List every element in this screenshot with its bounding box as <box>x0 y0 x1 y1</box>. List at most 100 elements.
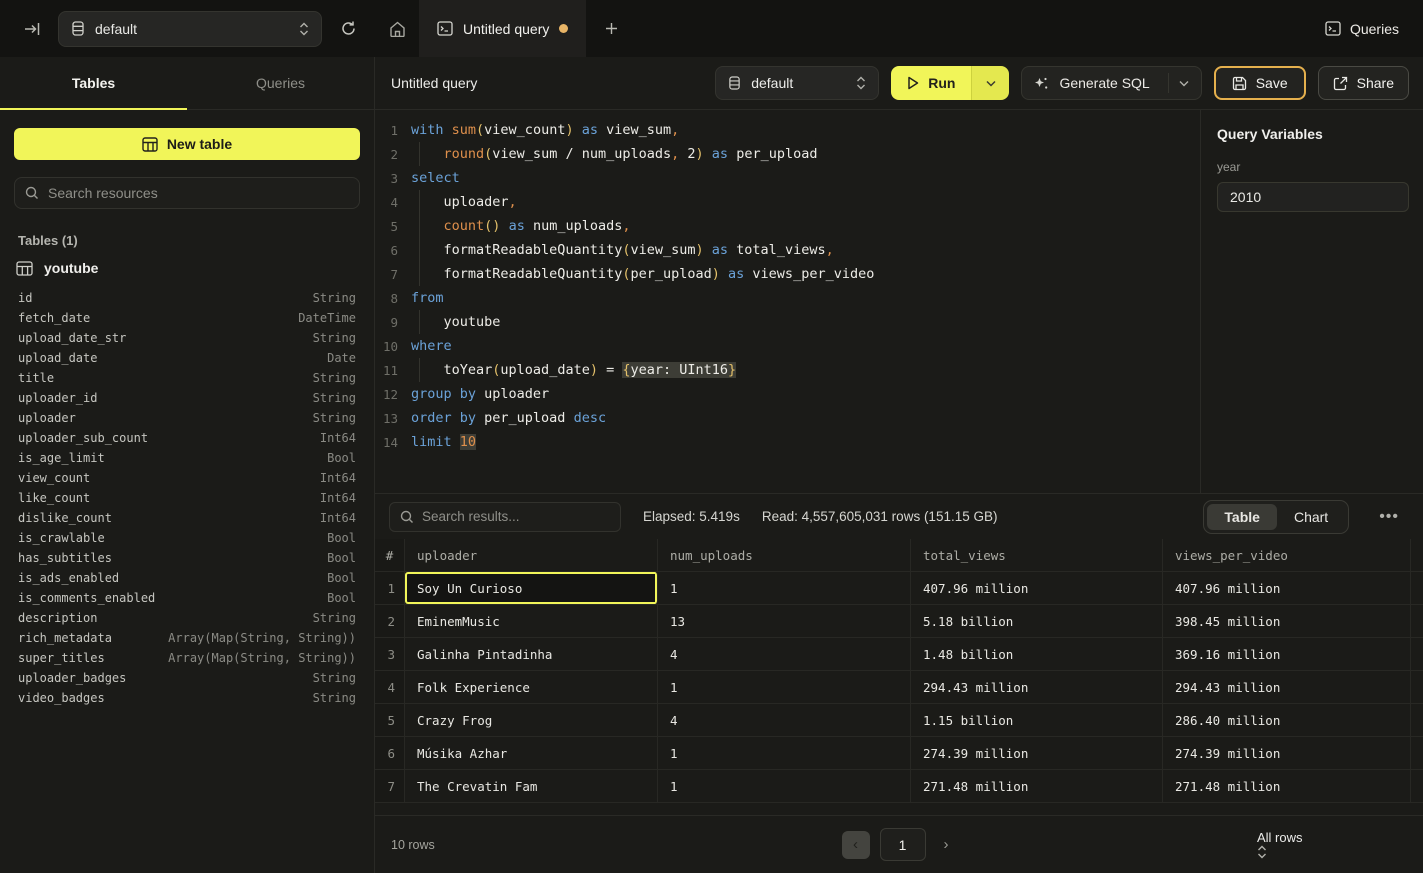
table-item-youtube[interactable]: youtube <box>16 260 356 276</box>
connection-select[interactable]: default <box>58 11 322 47</box>
run-options-button[interactable] <box>971 66 1009 100</box>
sidebar-tab-tables[interactable]: Tables <box>0 57 187 109</box>
row-number-cell[interactable]: 5 <box>375 704 405 736</box>
column-row[interactable]: uploaderString <box>18 408 356 428</box>
column-header[interactable]: uploader <box>405 539 658 571</box>
data-cell[interactable]: 407.96 million <box>911 572 1163 604</box>
column-row[interactable]: like_countInt64 <box>18 488 356 508</box>
run-button[interactable]: Run <box>891 66 971 100</box>
variable-input-year[interactable] <box>1217 182 1409 212</box>
data-cell[interactable]: 4 <box>658 638 911 670</box>
code-line[interactable]: 4 uploader, <box>375 190 1200 214</box>
collapse-sidebar-button[interactable] <box>20 18 44 40</box>
view-toggle-chart[interactable]: Chart <box>1277 504 1345 530</box>
column-row[interactable]: idString <box>18 288 356 308</box>
data-cell[interactable]: 1 <box>658 572 911 604</box>
data-cell[interactable]: 13 <box>658 605 911 637</box>
data-cell[interactable]: Galinha Pintadinha <box>405 638 658 670</box>
column-row[interactable]: view_countInt64 <box>18 468 356 488</box>
generate-sql-options[interactable] <box>1168 73 1189 93</box>
generate-sql-button[interactable]: Generate SQL <box>1021 66 1201 100</box>
data-cell[interactable]: 286.40 million <box>1163 704 1411 736</box>
queries-button[interactable]: Queries <box>1301 0 1423 57</box>
share-button[interactable]: Share <box>1318 66 1409 100</box>
code-line[interactable]: 8from <box>375 286 1200 310</box>
code-line[interactable]: 6 formatReadableQuantity(view_sum) as to… <box>375 238 1200 262</box>
code-line[interactable]: 12group by uploader <box>375 382 1200 406</box>
data-cell[interactable]: 1.15 billion <box>911 704 1163 736</box>
data-cell[interactable]: Crazy Frog <box>405 704 658 736</box>
column-header[interactable]: num_uploads <box>658 539 911 571</box>
data-cell[interactable]: 4 <box>658 704 911 736</box>
row-number-cell[interactable]: 4 <box>375 671 405 703</box>
code-line[interactable]: 1with sum(view_count) as view_sum, <box>375 118 1200 142</box>
column-row[interactable]: upload_dateDate <box>18 348 356 368</box>
home-tab-button[interactable] <box>375 0 419 57</box>
code-line[interactable]: 3select <box>375 166 1200 190</box>
results-search-input[interactable] <box>422 509 610 524</box>
code-line[interactable]: 14limit 10 <box>375 430 1200 454</box>
row-number-cell[interactable]: 2 <box>375 605 405 637</box>
save-button[interactable]: Save <box>1214 66 1306 100</box>
column-header[interactable]: views_per_video <box>1163 539 1411 571</box>
page-size-select[interactable]: All rows <box>1257 830 1407 860</box>
new-tab-button[interactable] <box>586 0 636 57</box>
prev-page-button[interactable]: ‹ <box>842 831 870 859</box>
row-number-cell[interactable]: 6 <box>375 737 405 769</box>
data-cell[interactable]: 5.18 billion <box>911 605 1163 637</box>
column-row[interactable]: uploader_badgesString <box>18 668 356 688</box>
column-row[interactable]: video_badgesString <box>18 688 356 708</box>
data-cell[interactable]: Folk Experience <box>405 671 658 703</box>
results-menu-button[interactable]: ••• <box>1371 504 1407 530</box>
code-line[interactable]: 11 toYear(upload_date) = {year: UInt16} <box>375 358 1200 382</box>
code-line[interactable]: 13order by per_upload desc <box>375 406 1200 430</box>
column-row[interactable]: uploader_sub_countInt64 <box>18 428 356 448</box>
column-row[interactable]: upload_date_strString <box>18 328 356 348</box>
column-row[interactable]: has_subtitlesBool <box>18 548 356 568</box>
code-line[interactable]: 2 round(view_sum / num_uploads, 2) as pe… <box>375 142 1200 166</box>
new-table-button[interactable]: New table <box>14 128 360 160</box>
data-cell[interactable]: 271.48 million <box>911 770 1163 802</box>
sql-editor[interactable]: 1with sum(view_count) as view_sum,2 roun… <box>375 110 1200 493</box>
column-row[interactable]: super_titlesArray(Map(String, String)) <box>18 648 356 668</box>
data-cell[interactable]: 271.48 million <box>1163 770 1411 802</box>
database-select[interactable]: default <box>715 66 879 100</box>
data-cell[interactable]: Soy Un Curioso <box>405 572 658 604</box>
row-number-cell[interactable]: 7 <box>375 770 405 802</box>
data-cell[interactable]: 369.16 million <box>1163 638 1411 670</box>
code-line[interactable]: 9 youtube <box>375 310 1200 334</box>
code-line[interactable]: 5 count() as num_uploads, <box>375 214 1200 238</box>
data-cell[interactable]: 1 <box>658 671 911 703</box>
data-cell[interactable]: 274.39 million <box>1163 737 1411 769</box>
column-row[interactable]: is_age_limitBool <box>18 448 356 468</box>
data-cell[interactable]: 407.96 million <box>1163 572 1411 604</box>
column-header[interactable]: # <box>375 539 405 571</box>
data-cell[interactable]: The Crevatin Fam <box>405 770 658 802</box>
row-number-cell[interactable]: 3 <box>375 638 405 670</box>
data-cell[interactable]: 1 <box>658 770 911 802</box>
column-row[interactable]: uploader_idString <box>18 388 356 408</box>
tab-untitled-query[interactable]: Untitled query <box>419 0 586 57</box>
code-line[interactable]: 10where <box>375 334 1200 358</box>
data-cell[interactable]: 1 <box>658 737 911 769</box>
sidebar-tab-queries[interactable]: Queries <box>187 57 374 109</box>
column-row[interactable]: is_comments_enabledBool <box>18 588 356 608</box>
resource-search-input[interactable] <box>48 185 349 201</box>
column-row[interactable]: fetch_dateDateTime <box>18 308 356 328</box>
column-row[interactable]: is_crawlableBool <box>18 528 356 548</box>
refresh-button[interactable] <box>336 16 361 41</box>
column-row[interactable]: rich_metadataArray(Map(String, String)) <box>18 628 356 648</box>
next-page-button[interactable]: › <box>936 832 957 857</box>
data-cell[interactable]: 274.39 million <box>911 737 1163 769</box>
row-number-cell[interactable]: 1 <box>375 572 405 604</box>
data-cell[interactable]: 294.43 million <box>1163 671 1411 703</box>
page-number-box[interactable]: 1 <box>880 828 926 861</box>
column-row[interactable]: titleString <box>18 368 356 388</box>
data-cell[interactable]: 1.48 billion <box>911 638 1163 670</box>
column-row[interactable]: is_ads_enabledBool <box>18 568 356 588</box>
view-toggle-table[interactable]: Table <box>1207 504 1277 530</box>
data-cell[interactable]: EminemMusic <box>405 605 658 637</box>
code-line[interactable]: 7 formatReadableQuantity(per_upload) as … <box>375 262 1200 286</box>
data-cell[interactable]: 398.45 million <box>1163 605 1411 637</box>
column-row[interactable]: descriptionString <box>18 608 356 628</box>
